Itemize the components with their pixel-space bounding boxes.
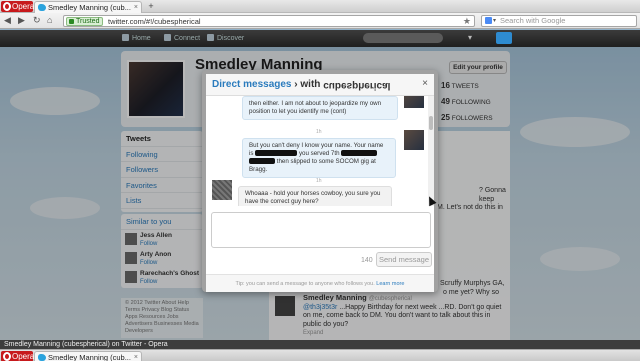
message-compose-input[interactable] — [211, 212, 431, 248]
close-tab-icon[interactable]: × — [134, 352, 138, 361]
avatar[interactable] — [212, 180, 232, 200]
browser-tab-strip: Opera Smedley Manning (cub... × + — [0, 0, 640, 13]
message-timestamp: 1h — [316, 178, 322, 184]
message-thread[interactable]: then either. I am not about to jeopardiz… — [206, 96, 434, 206]
twitter-bird-icon — [38, 4, 46, 11]
opera-menu-label: Opera — [12, 352, 35, 361]
compose-tweet-button[interactable] — [496, 32, 512, 44]
forward-icon[interactable]: ▶ — [18, 14, 25, 27]
twitter-bird-icon — [38, 354, 46, 361]
twitter-topbar: Home Connect Discover ▾ — [0, 30, 640, 47]
with-label: with — [300, 79, 321, 90]
message-text: then either. I am not about to jeopardiz… — [249, 100, 382, 115]
message-bubble-outgoing: But you can't deny I know your name. You… — [242, 138, 396, 178]
user-menu-icon[interactable]: ▾ — [468, 33, 472, 42]
address-field[interactable]: Trusted twitter.com/#!/cubespherical ★ — [63, 15, 475, 27]
breadcrumb-separator: › — [294, 79, 298, 90]
thread-scrollbar[interactable] — [428, 96, 434, 206]
address-toolbar: ◀ ▶ ↻ ⌂ Trusted twitter.com/#!/cubespher… — [0, 13, 640, 29]
search-field[interactable]: ▾ Search with Google — [481, 15, 637, 27]
at-icon — [164, 34, 171, 41]
bookmark-star-icon[interactable]: ★ — [463, 16, 471, 26]
opera-logo-icon — [3, 2, 11, 11]
nav-home-label: Home — [132, 35, 151, 42]
character-count: 140 — [361, 257, 373, 264]
home-icon[interactable]: ⌂ — [47, 14, 52, 27]
new-tab-button[interactable]: + — [145, 2, 157, 12]
avatar[interactable] — [404, 96, 424, 108]
redaction-mark — [255, 150, 298, 156]
nav-connect[interactable]: Connect — [164, 34, 200, 43]
message-bubble-incoming: Whoaaa - hold your horses cowboy, you su… — [238, 186, 392, 206]
message-timestamp: 1h — [316, 129, 322, 135]
nav-discover-label: Discover — [217, 35, 245, 42]
message-bubble-outgoing: then either. I am not about to jeopardiz… — [242, 96, 398, 120]
nav-home[interactable]: Home — [122, 34, 151, 43]
chevron-down-icon[interactable]: ▾ — [493, 16, 496, 26]
lock-icon — [69, 19, 74, 24]
search-placeholder: Search with Google — [500, 16, 566, 25]
tab-title: Smedley Manning (cub... — [48, 353, 131, 361]
window-status-bar: Smedley Manning (cubespherical) on Twitt… — [0, 340, 640, 349]
close-icon[interactable]: × — [422, 74, 428, 94]
browser-tab[interactable]: Smedley Manning (cub... × — [34, 1, 142, 13]
dialog-footer: Tip: you can send a message to anyone wh… — [206, 274, 434, 292]
close-tab-icon[interactable]: × — [134, 2, 138, 13]
direct-messages-link[interactable]: Direct messages — [212, 79, 292, 90]
url-text: twitter.com/#!/cubespherical — [108, 17, 201, 26]
opera-logo-icon — [3, 352, 11, 361]
twitter-search-input[interactable] — [363, 33, 443, 43]
google-icon — [485, 17, 492, 24]
nav-connect-label: Connect — [174, 35, 201, 42]
back-icon[interactable]: ◀ — [4, 14, 11, 27]
avatar[interactable] — [404, 130, 424, 150]
trusted-label: Trusted — [76, 18, 100, 25]
scrollbar-thumb[interactable] — [429, 116, 433, 130]
home-icon — [122, 34, 129, 41]
redaction-mark — [341, 150, 378, 156]
tab-title: Smedley Manning (cub... — [48, 3, 131, 12]
dialog-header: Direct messages › with cubespherical × — [206, 74, 434, 96]
hash-icon — [207, 34, 214, 41]
tip-text: Tip: you can send a message to anyone wh… — [235, 281, 375, 287]
send-message-button[interactable]: Send message — [376, 252, 432, 267]
opera-menu-button[interactable]: Opera — [1, 1, 35, 12]
bottom-tab-bar: Opera Smedley Manning (cub... × — [0, 349, 640, 361]
learn-more-link[interactable]: Learn more — [376, 281, 404, 287]
message-text: Whoaaa - hold your horses cowboy, you su… — [245, 190, 381, 205]
opera-menu-label: Opera — [12, 2, 35, 11]
opera-menu-button-bottom[interactable]: Opera — [1, 351, 35, 361]
redaction-mark — [249, 158, 275, 164]
nav-discover[interactable]: Discover — [207, 34, 244, 43]
direct-messages-dialog: Direct messages › with cubespherical × t… — [202, 70, 438, 292]
reload-icon[interactable]: ↻ — [33, 14, 41, 27]
trusted-badge[interactable]: Trusted — [66, 17, 104, 26]
browser-tab-bottom[interactable]: Smedley Manning (cub... × — [34, 351, 142, 361]
recipient-name: cubespherical — [323, 80, 391, 91]
message-text: you served 7th — [298, 150, 340, 157]
